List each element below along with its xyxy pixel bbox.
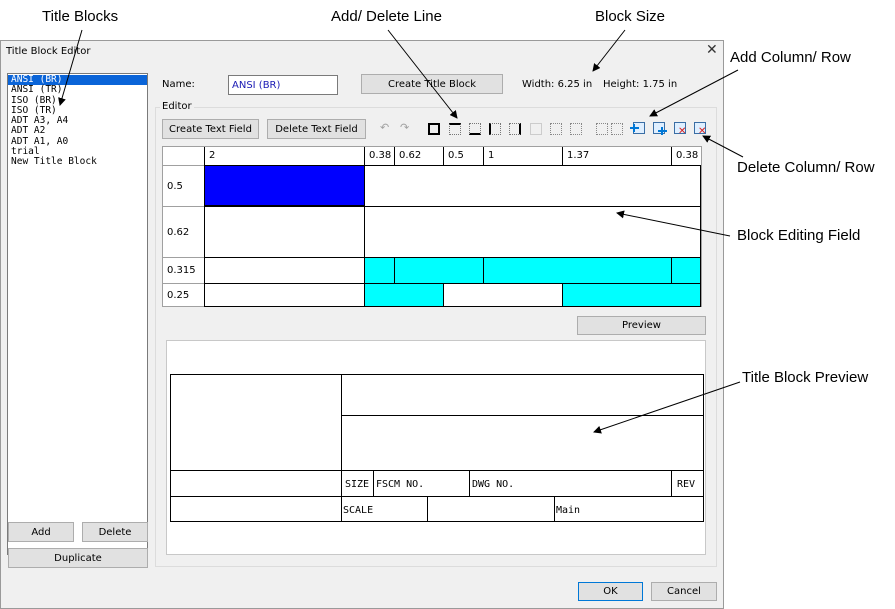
preview-line — [170, 470, 704, 471]
delete-row-icon[interactable]: ✕ — [694, 122, 706, 137]
title-block-list-item[interactable]: New Title Block — [8, 157, 147, 168]
preview-line — [469, 470, 470, 496]
add-column-icon[interactable] — [630, 122, 645, 134]
title-block-list[interactable]: ANSI (BR) ANSI (TR) ISO (BR) ISO (TR) ADT A3… — [7, 73, 148, 555]
column-header: 1.37 — [562, 147, 671, 165]
preview-line — [427, 496, 428, 522]
preview-button[interactable]: Preview — [577, 316, 706, 335]
preview-scale-label: SCALE — [343, 505, 374, 516]
grid-cell[interactable] — [364, 165, 701, 207]
border-all-icon[interactable] — [428, 123, 440, 135]
grid-cell[interactable] — [204, 257, 365, 284]
border-dotted-extra-icon[interactable] — [611, 123, 623, 135]
grid-cell-highlighted[interactable] — [364, 283, 444, 307]
border-bottom-icon[interactable] — [469, 123, 481, 135]
add-row-icon[interactable] — [653, 122, 667, 135]
editor-label: Editor — [160, 101, 194, 112]
ok-button[interactable]: OK — [578, 582, 643, 601]
border-dotted-v-icon[interactable] — [570, 123, 582, 135]
preview-fscm-label: FSCM NO. — [376, 479, 425, 490]
row-header: 0.5 — [163, 165, 204, 206]
preview-line — [554, 496, 555, 522]
column-header: 0.5 — [443, 147, 483, 165]
undo-icon[interactable]: ↶ — [380, 121, 389, 134]
cancel-button[interactable]: Cancel — [651, 582, 717, 601]
column-header: 0.38 — [364, 147, 394, 165]
delete-button[interactable]: Delete — [82, 522, 148, 542]
preview-line — [341, 374, 342, 522]
grid-cell-highlighted[interactable] — [671, 257, 701, 284]
block-editing-grid[interactable]: 2 0.38 0.62 0.5 1 1.37 0.38 0.5 0.62 0.3… — [162, 146, 702, 307]
duplicate-button[interactable]: Duplicate — [8, 548, 148, 568]
grid-cell[interactable] — [364, 206, 701, 258]
preview-line — [170, 496, 704, 497]
width-readout: Width: 6.25 in — [522, 79, 593, 90]
grid-cell-highlighted[interactable] — [394, 257, 484, 284]
border-none-icon[interactable] — [530, 123, 542, 135]
grid-cell-highlighted[interactable] — [483, 257, 672, 284]
preview-dwg-label: DWG NO. — [472, 479, 515, 490]
column-header-row: 2 0.38 0.62 0.5 1 1.37 0.38 — [163, 147, 701, 166]
preview-line — [373, 470, 374, 496]
grid-cell-selected[interactable] — [204, 165, 365, 206]
preview-size-label: SIZE — [345, 479, 370, 490]
callout-title-block-preview: Title Block Preview — [742, 369, 869, 386]
preview-line — [671, 470, 672, 496]
callout-block-size: Block Size — [595, 8, 666, 25]
callout-add-delete-line: Add/ Delete Line — [331, 8, 442, 25]
border-left-icon[interactable] — [489, 123, 501, 135]
title-block-preview: SIZE FSCM NO. DWG NO. REV SCALE Main — [166, 340, 706, 555]
name-input[interactable]: ANSI (BR) — [228, 75, 338, 95]
grid-cell[interactable] — [204, 283, 365, 307]
callout-block-editing-field: Block Editing Field — [737, 227, 861, 244]
close-icon[interactable]: ✕ — [706, 42, 718, 58]
redo-icon[interactable]: ↷ — [400, 121, 409, 134]
column-header: 0.38 — [671, 147, 701, 165]
preview-frame — [170, 374, 704, 522]
border-dotted-h-icon[interactable] — [550, 123, 562, 135]
callout-delete-column-row: Delete Column/ Row — [737, 159, 875, 176]
border-top-icon[interactable] — [449, 123, 461, 135]
grid-cell-highlighted[interactable] — [562, 283, 701, 307]
border-dotted-all-icon[interactable] — [596, 123, 608, 135]
grid-cell[interactable] — [443, 283, 563, 307]
grid-cell[interactable] — [204, 206, 365, 258]
name-label: Name: — [162, 79, 195, 90]
callout-title-blocks: Title Blocks — [42, 8, 119, 25]
callout-add-column-row: Add Column/ Row — [730, 49, 851, 66]
row-header: 0.315 — [163, 257, 204, 283]
delete-column-icon[interactable]: ✕ — [674, 122, 686, 137]
delete-text-field-button[interactable]: Delete Text Field — [267, 119, 366, 139]
preview-rev-label: REV — [677, 479, 696, 490]
preview-main-label: Main — [556, 505, 581, 516]
add-button[interactable]: Add — [8, 522, 74, 542]
create-title-block-button[interactable]: Create Title Block — [361, 74, 503, 94]
preview-line — [341, 415, 704, 416]
height-readout: Height: 1.75 in — [603, 79, 678, 90]
grid-cell-highlighted[interactable] — [364, 257, 395, 284]
column-header: 1 — [483, 147, 562, 165]
border-right-icon[interactable] — [509, 123, 521, 135]
row-header: 0.62 — [163, 206, 204, 257]
row-header: 0.25 — [163, 283, 204, 307]
dialog-title: Title Block Editor — [6, 46, 91, 57]
column-header: 2 — [204, 147, 364, 165]
column-header: 0.62 — [394, 147, 443, 165]
create-text-field-button[interactable]: Create Text Field — [162, 119, 259, 139]
